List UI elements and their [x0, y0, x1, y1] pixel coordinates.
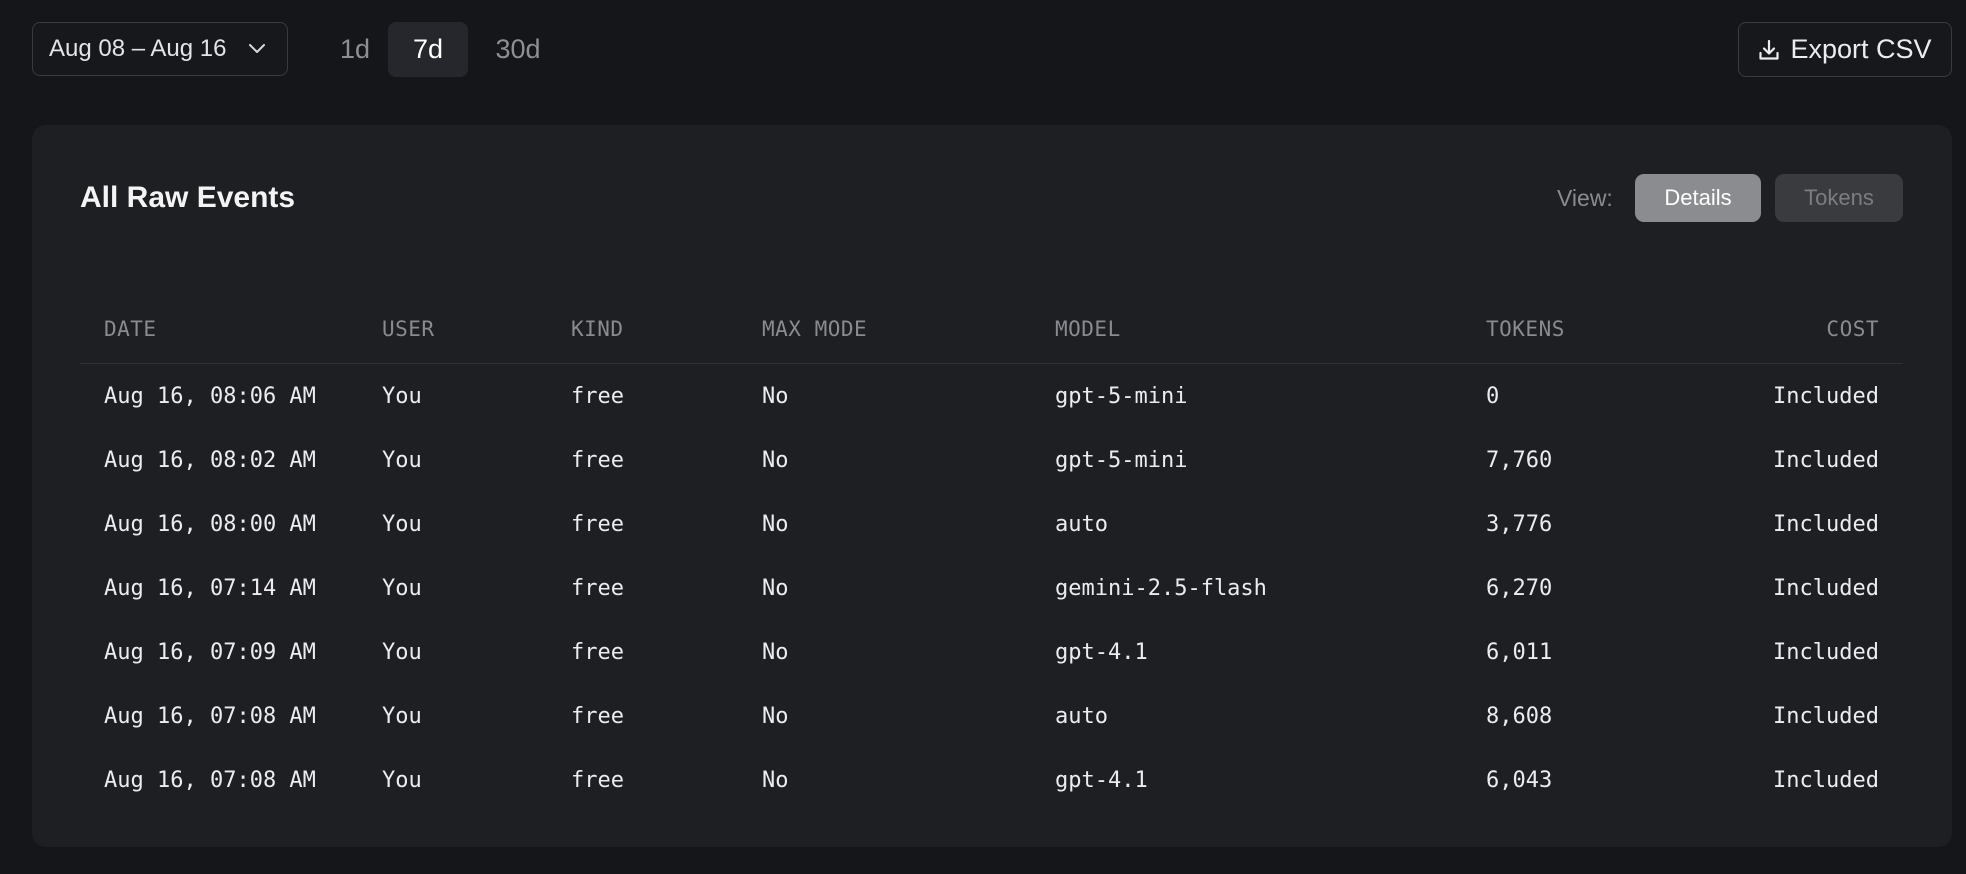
table-row[interactable]: Aug 16, 08:06 AM You free No gpt-5-mini … [80, 366, 1903, 430]
range-30d-button[interactable]: 30d [478, 22, 558, 77]
cell-kind: free [571, 704, 624, 729]
cell-cost: Included [1773, 640, 1879, 665]
cell-kind: free [571, 384, 624, 409]
export-csv-button[interactable]: Export CSV [1738, 22, 1952, 77]
cell-model: gpt-5-mini [1055, 448, 1188, 473]
cell-date: Aug 16, 08:02 AM [104, 448, 316, 473]
cell-max-mode: No [762, 640, 789, 665]
range-7d-button[interactable]: 7d [388, 22, 468, 77]
date-range-picker[interactable]: Aug 08 – Aug 16 [32, 22, 288, 76]
column-header-kind[interactable]: KIND [571, 317, 624, 341]
cell-user: You [382, 640, 422, 665]
events-table: DATE USER KIND MAX MODE MODEL TOKENS COS… [80, 295, 1903, 814]
cell-max-mode: No [762, 768, 789, 793]
cell-cost: Included [1773, 704, 1879, 729]
column-header-tokens[interactable]: TOKENS [1486, 317, 1565, 341]
cell-kind: free [571, 576, 624, 601]
table-body: Aug 16, 08:06 AM You free No gpt-5-mini … [80, 364, 1903, 814]
cell-kind: free [571, 768, 624, 793]
chevron-down-icon [247, 39, 267, 59]
table-row[interactable]: Aug 16, 08:02 AM You free No gpt-5-mini … [80, 430, 1903, 494]
cell-kind: free [571, 640, 624, 665]
column-header-cost[interactable]: COST [1826, 317, 1879, 341]
cell-model: auto [1055, 704, 1108, 729]
view-details-button[interactable]: Details [1635, 174, 1761, 222]
cell-cost: Included [1773, 384, 1879, 409]
raw-events-card: All Raw Events View: Details Tokens DATE… [32, 125, 1952, 847]
cell-tokens: 8,608 [1486, 704, 1553, 729]
cell-model: gpt-4.1 [1055, 768, 1148, 793]
card-title: All Raw Events [80, 181, 296, 214]
column-header-max-mode[interactable]: MAX MODE [762, 317, 867, 341]
table-row[interactable]: Aug 16, 07:09 AM You free No gpt-4.1 6,0… [80, 622, 1903, 686]
column-header-user[interactable]: USER [382, 317, 435, 341]
cell-date: Aug 16, 07:09 AM [104, 640, 316, 665]
cell-model: auto [1055, 512, 1108, 537]
cell-kind: free [571, 512, 624, 537]
cell-user: You [382, 384, 422, 409]
table-row[interactable]: Aug 16, 07:08 AM You free No auto 8,608 … [80, 686, 1903, 750]
cell-max-mode: No [762, 384, 789, 409]
cell-tokens: 6,270 [1486, 576, 1553, 601]
cell-cost: Included [1773, 448, 1879, 473]
cell-model: gemini-2.5-flash [1055, 576, 1267, 601]
cell-tokens: 6,043 [1486, 768, 1553, 793]
cell-max-mode: No [762, 512, 789, 537]
cell-model: gpt-5-mini [1055, 384, 1188, 409]
cell-date: Aug 16, 08:06 AM [104, 384, 316, 409]
view-label: View: [1557, 185, 1613, 211]
cell-kind: free [571, 448, 624, 473]
range-1d-button[interactable]: 1d [320, 22, 390, 77]
table-header: DATE USER KIND MAX MODE MODEL TOKENS COS… [80, 295, 1903, 364]
column-header-date[interactable]: DATE [104, 317, 157, 341]
column-header-model[interactable]: MODEL [1055, 317, 1121, 341]
cell-user: You [382, 704, 422, 729]
toolbar: Aug 08 – Aug 16 1d 7d 30d Export CSV [32, 22, 1952, 78]
cell-user: You [382, 512, 422, 537]
cell-tokens: 3,776 [1486, 512, 1553, 537]
cell-cost: Included [1773, 512, 1879, 537]
cell-max-mode: No [762, 704, 789, 729]
download-icon [1758, 39, 1780, 61]
table-row[interactable]: Aug 16, 08:00 AM You free No auto 3,776 … [80, 494, 1903, 558]
cell-max-mode: No [762, 448, 789, 473]
cell-date: Aug 16, 07:08 AM [104, 704, 316, 729]
table-row[interactable]: Aug 16, 07:14 AM You free No gemini-2.5-… [80, 558, 1903, 622]
cell-user: You [382, 768, 422, 793]
cell-date: Aug 16, 08:00 AM [104, 512, 316, 537]
cell-user: You [382, 448, 422, 473]
table-row[interactable]: Aug 16, 07:08 AM You free No gpt-4.1 6,0… [80, 750, 1903, 814]
cell-cost: Included [1773, 576, 1879, 601]
cell-max-mode: No [762, 576, 789, 601]
cell-model: gpt-4.1 [1055, 640, 1148, 665]
cell-tokens: 6,011 [1486, 640, 1553, 665]
view-tokens-button[interactable]: Tokens [1775, 174, 1903, 222]
cell-cost: Included [1773, 768, 1879, 793]
cell-tokens: 7,760 [1486, 448, 1553, 473]
cell-user: You [382, 576, 422, 601]
date-range-label: Aug 08 – Aug 16 [49, 35, 227, 62]
cell-date: Aug 16, 07:08 AM [104, 768, 316, 793]
cell-tokens: 0 [1486, 384, 1500, 409]
export-csv-label: Export CSV [1790, 34, 1932, 64]
cell-date: Aug 16, 07:14 AM [104, 576, 316, 601]
